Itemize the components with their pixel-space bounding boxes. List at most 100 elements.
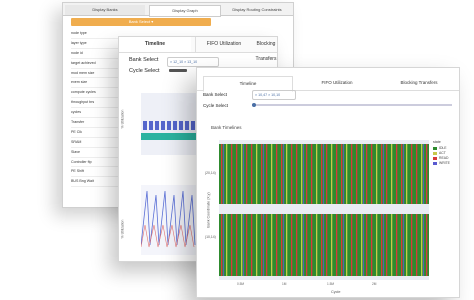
state-stripe	[411, 214, 413, 276]
state-stripe	[266, 214, 268, 276]
bank-timeline-chart	[219, 140, 429, 280]
xtick: 1M	[282, 282, 287, 286]
state-stripe	[251, 144, 253, 204]
state-stripe	[326, 214, 328, 276]
state-stripe	[406, 214, 408, 276]
timeline-chart	[141, 93, 197, 155]
state-stripe	[236, 144, 238, 204]
state-stripe	[236, 214, 238, 276]
state-stripe	[336, 144, 338, 204]
state-stripe	[323, 214, 325, 276]
state-stripe	[276, 214, 278, 276]
state-stripe	[306, 214, 308, 276]
cycle-select-slider[interactable]	[169, 69, 187, 72]
front-tab-bar: Timeline FIFO Utilization Blocking Trans…	[197, 76, 459, 92]
state-stripe	[346, 214, 348, 276]
state-stripe	[316, 144, 318, 204]
state-stripe	[271, 144, 273, 204]
state-stripe	[301, 214, 303, 276]
state-stripe	[363, 144, 365, 204]
middle-tab-bar: Timeline FIFO Utilization Blocking Trans…	[119, 37, 277, 62]
state-stripe	[411, 144, 413, 204]
state-stripe	[251, 214, 253, 276]
bank-select-label: Bank Select	[203, 92, 228, 97]
state-stripe	[383, 144, 385, 204]
tab-blocking-transfers[interactable]: Blocking Transfers	[253, 37, 277, 62]
state-stripe	[246, 144, 248, 204]
state-stripe	[256, 214, 258, 276]
state-stripe	[416, 214, 418, 276]
state-stripe	[346, 144, 348, 204]
tab-display-routing[interactable]: Display Routing Constraints	[221, 5, 293, 15]
state-stripe	[221, 144, 223, 204]
state-stripe	[341, 144, 343, 204]
legend-item-idle: IDLE	[433, 146, 447, 150]
state-stripe	[376, 214, 378, 276]
legend-item-act: ACT	[433, 151, 446, 155]
state-stripe	[421, 214, 423, 276]
bank-select-input[interactable]: × 10,47 × 10,10	[252, 90, 296, 100]
cycle-select-label: Cycle Select	[203, 103, 229, 108]
state-stripe	[401, 214, 403, 276]
state-stripe	[256, 144, 258, 204]
tab-display-banks[interactable]: Display Banks	[65, 5, 145, 15]
bank-select-dropdown[interactable]: Bank Select ▾	[71, 18, 211, 26]
state-stripe	[291, 144, 293, 204]
state-stripe	[286, 144, 288, 204]
state-stripe	[416, 144, 418, 204]
xtick: 2M	[372, 282, 377, 286]
state-stripe	[291, 214, 293, 276]
state-stripe	[316, 214, 318, 276]
tab-timeline[interactable]: Timeline	[119, 37, 191, 52]
bank-select-input[interactable]: × 12_10 × 13_10	[167, 57, 219, 67]
state-stripe	[351, 214, 353, 276]
state-stripe	[371, 214, 373, 276]
state-stripe	[401, 144, 403, 204]
state-stripe	[423, 214, 425, 276]
cycle-slider-handle[interactable]	[252, 103, 256, 107]
timeline-row-bottom	[219, 214, 429, 276]
state-stripe	[381, 214, 383, 276]
state-stripe	[283, 214, 285, 276]
legend-swatch	[433, 161, 437, 165]
state-stripe	[321, 214, 323, 276]
state-stripe	[241, 214, 243, 276]
state-stripe	[321, 144, 323, 204]
state-stripe	[231, 214, 233, 276]
state-stripe	[343, 144, 345, 204]
legend-swatch	[433, 151, 437, 155]
state-stripe	[426, 214, 428, 276]
state-stripe	[231, 144, 233, 204]
tab-fifo-utilization[interactable]: FIFO Utilization	[295, 76, 379, 90]
state-stripe	[336, 214, 338, 276]
state-stripe	[301, 144, 303, 204]
state-stripe	[383, 214, 385, 276]
cycle-select-slider[interactable]	[252, 104, 452, 106]
state-stripe	[311, 144, 313, 204]
ytick-top: (20,14)	[205, 171, 216, 175]
state-stripe	[403, 214, 405, 276]
state-stripe	[323, 144, 325, 204]
tab-blocking-transfers[interactable]: Blocking Transfers	[381, 76, 457, 90]
state-stripe	[361, 214, 363, 276]
state-stripe	[303, 214, 305, 276]
cycle-select-label: Cycle Select	[129, 68, 160, 74]
state-stripe	[296, 214, 298, 276]
state-stripe	[243, 214, 245, 276]
legend-item-read: READ	[433, 156, 448, 160]
state-stripe	[281, 144, 283, 204]
state-stripe	[311, 214, 313, 276]
tab-fifo-utilization[interactable]: FIFO Utilization	[195, 37, 252, 52]
state-stripe	[391, 144, 393, 204]
state-stripe	[303, 144, 305, 204]
chart-ylabel: Bank Coordinate (X,y)	[206, 192, 211, 228]
state-stripe	[271, 214, 273, 276]
state-stripe	[241, 144, 243, 204]
back-tab-bar: Display Banks Display Graph Display Rout…	[63, 3, 293, 17]
state-stripe	[306, 144, 308, 204]
tab-display-graph[interactable]: Display Graph	[149, 5, 221, 17]
state-stripe	[261, 214, 263, 276]
state-stripe	[366, 214, 368, 276]
ytick-bottom: (10,14)	[205, 235, 216, 239]
state-stripe	[423, 144, 425, 204]
